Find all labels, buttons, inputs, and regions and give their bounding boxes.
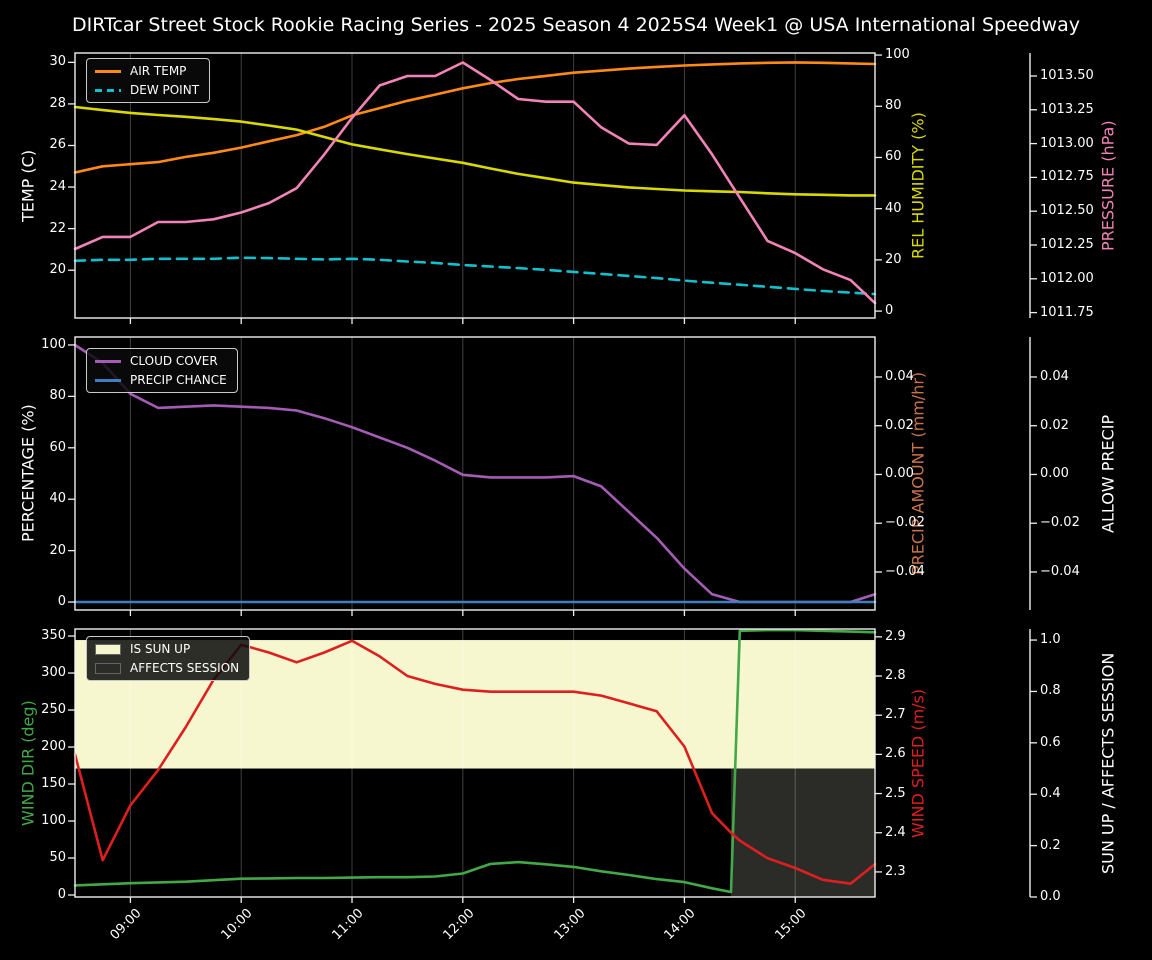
sun-up-patch-swatch [95, 643, 121, 655]
weather-forecast-figure: DIRTcar Street Stock Rookie Racing Serie… [0, 0, 1152, 960]
percentage-axis-label: PERCENTAGE (%) [18, 404, 38, 543]
rel-humidity-axis-label: REL HUMIDITY (%) [908, 112, 928, 259]
charts-canvas [68, 52, 1037, 903]
y-tick-label: 300 [41, 665, 66, 681]
y-tick-label: 0.02 [885, 417, 914, 433]
y-tick-label: 0.6 [1040, 734, 1061, 750]
y-tick-label: 20 [49, 262, 66, 278]
y-tick-label: 80 [49, 388, 66, 404]
y-tick-label: 1012.00 [1040, 270, 1094, 286]
cloud-chart-legend: CLOUD COVER PRECIP CHANCE [86, 348, 238, 393]
y-tick-label: 2.8 [885, 668, 906, 684]
y-tick-label: 350 [41, 628, 66, 644]
y-tick-label: 26 [49, 137, 66, 153]
y-tick-label: 1011.75 [1040, 304, 1094, 320]
y-tick-label: 0.8 [1040, 683, 1061, 699]
y-tick-label: 0 [57, 887, 66, 902]
dew-point-dashed-line-swatch [95, 88, 121, 92]
y-tick-label: 100 [885, 47, 910, 63]
y-tick-label: 0.00 [1040, 466, 1069, 482]
air-temp-line-swatch [95, 69, 121, 73]
pressure-axis-label: PRESSURE (hPa) [1098, 120, 1118, 251]
allow-precip-axis-label: ALLOW PRECIP [1098, 414, 1118, 533]
y-tick-label: 200 [41, 739, 66, 755]
y-tick-label: 28 [49, 95, 66, 111]
sun-up-axis-label: SUN UP / AFFECTS SESSION [1098, 652, 1118, 874]
y-tick-label: −0.04 [885, 563, 925, 579]
legend-label: IS SUN UP [130, 642, 191, 656]
cloud-cover-line-swatch [95, 359, 121, 363]
y-tick-label: 1012.25 [1040, 236, 1094, 252]
legend-item-is-sun-up: IS SUN UP [95, 642, 239, 656]
y-tick-label: 22 [49, 220, 66, 236]
legend-label: AIR TEMP [130, 64, 187, 78]
y-tick-label: 60 [49, 439, 66, 455]
y-tick-label: 40 [49, 491, 66, 507]
legend-item-affects-session: AFFECTS SESSION [95, 661, 239, 675]
legend-item-cloud-cover: CLOUD COVER [95, 354, 227, 368]
y-tick-label: 2.9 [885, 628, 906, 644]
y-tick-label: 1013.00 [1040, 135, 1094, 151]
y-tick-label: 0 [885, 303, 894, 319]
y-tick-label: 2.3 [885, 863, 906, 879]
y-tick-label: −0.04 [1040, 563, 1080, 579]
y-tick-label: 0.04 [885, 368, 914, 384]
y-tick-label: 0.0 [1040, 889, 1061, 904]
legend-label: AFFECTS SESSION [130, 661, 240, 675]
y-tick-label: 24 [49, 179, 66, 195]
y-tick-label: 40 [885, 200, 902, 216]
y-tick-label: 100 [41, 813, 66, 828]
affects-session-band [730, 768, 875, 897]
y-tick-label: 20 [885, 251, 902, 267]
legend-label: CLOUD COVER [130, 354, 218, 368]
y-tick-label: −0.02 [885, 515, 925, 531]
wind-speed-axis-label: WIND SPEED (m/s) [908, 688, 928, 838]
y-tick-label: 1.0 [1040, 632, 1061, 648]
y-tick-label: 0.2 [1040, 837, 1061, 853]
y-tick-label: 150 [41, 776, 66, 791]
y-tick-label: 2.5 [885, 785, 906, 801]
legend-label: DEW POINT [130, 83, 200, 97]
y-tick-label: 80 [885, 98, 902, 114]
y-tick-label: 0.4 [1040, 786, 1061, 802]
affects-session-patch-swatch [95, 662, 121, 674]
temperature-humidity-pressure-plot [68, 52, 1037, 324]
legend-item-precip-chance: PRECIP CHANCE [95, 373, 227, 387]
y-tick-label: 0 [57, 594, 66, 610]
y-tick-label: 1013.25 [1040, 101, 1094, 117]
legend-item-dew-point: DEW POINT [95, 83, 199, 97]
y-tick-label: 1012.50 [1040, 203, 1094, 219]
y-tick-label: 0.00 [885, 466, 914, 482]
y-tick-label: 250 [41, 702, 66, 718]
wind-chart-legend: IS SUN UP AFFECTS SESSION [86, 636, 251, 681]
legend-label: PRECIP CHANCE [130, 373, 227, 387]
y-tick-label: 60 [885, 149, 902, 165]
y-tick-label: 2.7 [885, 707, 906, 723]
y-tick-label: 1013.50 [1040, 67, 1094, 83]
y-tick-label: 100 [41, 336, 66, 352]
y-tick-label: −0.02 [1040, 515, 1080, 531]
y-tick-label: 1012.75 [1040, 169, 1094, 185]
y-tick-label: 50 [49, 850, 66, 865]
y-tick-label: 2.4 [885, 824, 906, 840]
y-tick-label: 2.6 [885, 746, 906, 762]
precip-chance-line-swatch [95, 378, 121, 382]
y-tick-label: 30 [49, 54, 66, 70]
y-tick-label: 0.04 [1040, 368, 1069, 384]
y-tick-label: 20 [49, 542, 66, 558]
legend-item-air-temp: AIR TEMP [95, 64, 199, 78]
temp-chart-legend: AIR TEMP DEW POINT [86, 58, 211, 103]
y-tick-label: 0.02 [1040, 417, 1069, 433]
